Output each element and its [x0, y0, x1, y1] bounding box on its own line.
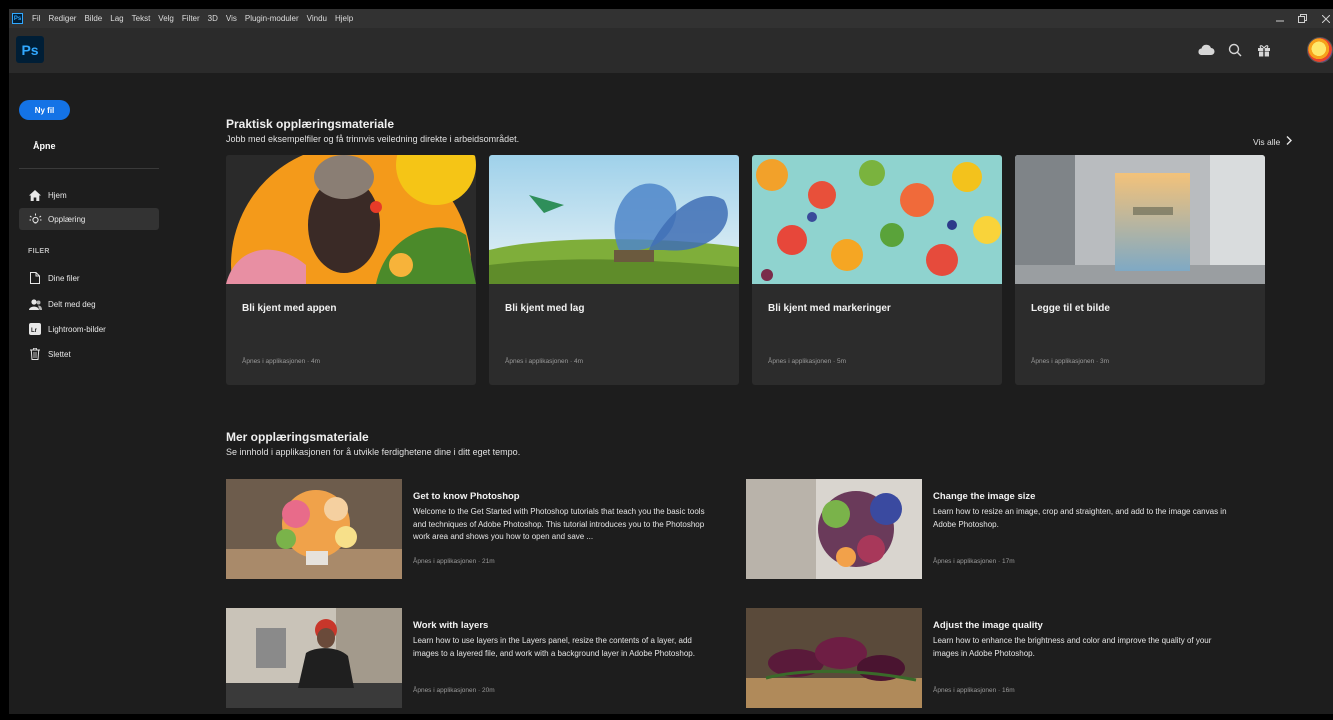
tutorial-thumbnail — [226, 608, 402, 708]
sidebar-item-dine-filer[interactable]: Dine filer — [19, 267, 159, 289]
section-title-praktisk: Praktisk opplæringsmateriale — [226, 117, 395, 131]
card-meta: Åpnes i applikasjonen · 4m — [505, 358, 584, 365]
card-title: Bli kjent med markeringer — [768, 303, 891, 314]
avatar[interactable] — [1307, 37, 1333, 63]
lightbulb-icon — [28, 212, 42, 226]
menu-vis[interactable]: Vis — [222, 14, 241, 23]
tutorial-title: Change the image size — [933, 491, 1036, 502]
menu-3d[interactable]: 3D — [204, 14, 222, 23]
tutorial-title: Work with layers — [413, 620, 489, 631]
sidebar-item-slettet[interactable]: Slettet — [19, 343, 159, 365]
tutorial-card-add-image[interactable]: Legge til et bilde Åpnes i applikasjonen… — [1015, 155, 1265, 385]
menu-velg[interactable]: Velg — [154, 14, 178, 23]
new-file-button[interactable]: Ny fil — [19, 100, 70, 120]
sidebar-item-hjem[interactable]: Hjem — [19, 184, 159, 206]
app-icon: Ps — [12, 13, 23, 24]
tutorial-thumbnail — [746, 479, 922, 579]
menu-rediger[interactable]: Rediger — [44, 14, 80, 23]
sidebar-item-opplaering[interactable]: Opplæring — [19, 208, 159, 230]
minimize-icon[interactable] — [1271, 9, 1289, 28]
tutorial-card-app[interactable]: Bli kjent med appen Åpnes i applikasjone… — [226, 155, 476, 385]
chevron-right-icon — [1286, 136, 1293, 147]
see-all-link[interactable]: Vis alle — [1253, 136, 1293, 147]
tutorial-description: Learn how to enhance the brightness and … — [933, 636, 1212, 658]
tutorial-title: Adjust the image quality — [933, 620, 1043, 631]
tutorial-title: Get to know Photoshop — [413, 491, 520, 502]
app-header: Ps — [9, 28, 1333, 73]
sidebar-item-lightroom-bilder[interactable]: Lr Lightroom-bilder — [19, 318, 159, 340]
menu-tekst[interactable]: Tekst — [128, 14, 155, 23]
tutorial-meta: Åpnes i applikasjonen · 21m — [413, 558, 495, 565]
lightroom-icon: Lr — [28, 322, 42, 336]
photoshop-logo[interactable]: Ps — [16, 36, 44, 63]
tutorial-meta: Åpnes i applikasjonen · 20m — [413, 687, 495, 694]
menu-lag[interactable]: Lag — [106, 14, 127, 23]
card-thumbnail — [226, 155, 476, 284]
sidebar-item-label: Delt med deg — [48, 299, 96, 309]
sidebar-item-label: Dine filer — [48, 273, 80, 283]
card-thumbnail — [752, 155, 1002, 284]
menu-plugin-moduler[interactable]: Plugin-moduler — [241, 14, 303, 23]
tutorial-item-image-quality[interactable]: Adjust the image quality Learn how to en… — [746, 608, 1246, 708]
gift-icon[interactable] — [1253, 39, 1275, 61]
close-icon[interactable] — [1317, 9, 1333, 28]
sidebar: Ny fil Åpne Hjem Opplæring FILER Dine fi… — [9, 73, 169, 714]
tutorial-thumbnail — [746, 608, 922, 708]
restore-icon[interactable] — [1293, 9, 1311, 28]
svg-text:Lr: Lr — [31, 328, 38, 334]
menu-vindu[interactable]: Vindu — [303, 14, 331, 23]
app-window: Ps Fil Rediger Bilde Lag Tekst Velg Filt… — [9, 9, 1333, 714]
section-label-filer: FILER — [28, 248, 50, 255]
card-title: Legge til et bilde — [1031, 303, 1110, 314]
shared-users-icon — [28, 297, 42, 311]
section-subtitle-praktisk: Jobb med eksempelfiler og få trinnvis ve… — [226, 134, 520, 144]
home-icon — [28, 188, 42, 202]
card-meta: Åpnes i applikasjonen · 3m — [1031, 358, 1110, 365]
sidebar-item-label: Opplæring — [48, 214, 86, 224]
menu-fil[interactable]: Fil — [28, 14, 44, 23]
sidebar-item-delt-med-deg[interactable]: Delt med deg — [19, 293, 159, 315]
card-thumbnail — [1015, 155, 1265, 284]
tutorial-item-get-to-know[interactable]: Get to know Photoshop Welcome to the Get… — [226, 479, 726, 579]
menu-hjelp[interactable]: Hjelp — [331, 14, 357, 23]
see-all-label: Vis alle — [1253, 136, 1281, 147]
trash-icon — [28, 347, 42, 361]
section-subtitle-mer: Se innhold i applikasjonen for å utvikle… — [226, 447, 521, 457]
tutorial-meta: Åpnes i applikasjonen · 17m — [933, 558, 1015, 565]
search-icon[interactable] — [1224, 39, 1246, 61]
tutorial-description: Welcome to the Get Started with Photosho… — [413, 507, 705, 541]
tutorial-thumbnail — [226, 479, 402, 579]
menu-filter[interactable]: Filter — [178, 14, 204, 23]
section-title-mer: Mer opplæringsmateriale — [226, 430, 369, 444]
sidebar-divider — [19, 168, 159, 169]
main-content: Praktisk opplæringsmateriale Jobb med ek… — [169, 73, 1333, 714]
menu-bar: Ps Fil Rediger Bilde Lag Tekst Velg Filt… — [9, 9, 1333, 28]
tutorial-description: Learn how to resize an image, crop and s… — [933, 507, 1227, 529]
document-icon — [28, 271, 42, 285]
card-title: Bli kjent med appen — [242, 303, 337, 314]
card-meta: Åpnes i applikasjonen · 5m — [768, 358, 847, 365]
tutorial-description: Learn how to use layers in the Layers pa… — [413, 636, 695, 658]
menu-bilde[interactable]: Bilde — [80, 14, 106, 23]
cloud-icon[interactable] — [1195, 39, 1217, 61]
open-button[interactable]: Åpne — [33, 141, 56, 151]
card-meta: Åpnes i applikasjonen · 4m — [242, 358, 321, 365]
sidebar-item-label: Slettet — [48, 349, 71, 359]
tutorial-card-selections[interactable]: Bli kjent med markeringer Åpnes i applik… — [752, 155, 1002, 385]
tutorial-item-image-size[interactable]: Change the image size Learn how to resiz… — [746, 479, 1246, 579]
card-thumbnail — [489, 155, 739, 284]
tutorial-meta: Åpnes i applikasjonen · 16m — [933, 687, 1015, 694]
sidebar-item-label: Lightroom-bilder — [48, 324, 106, 334]
tutorial-item-layers[interactable]: Work with layers Learn how to use layers… — [226, 608, 726, 708]
tutorial-card-layers[interactable]: Bli kjent med lag Åpnes i applikasjonen … — [489, 155, 739, 385]
card-title: Bli kjent med lag — [505, 303, 585, 314]
sidebar-item-label: Hjem — [48, 190, 67, 200]
